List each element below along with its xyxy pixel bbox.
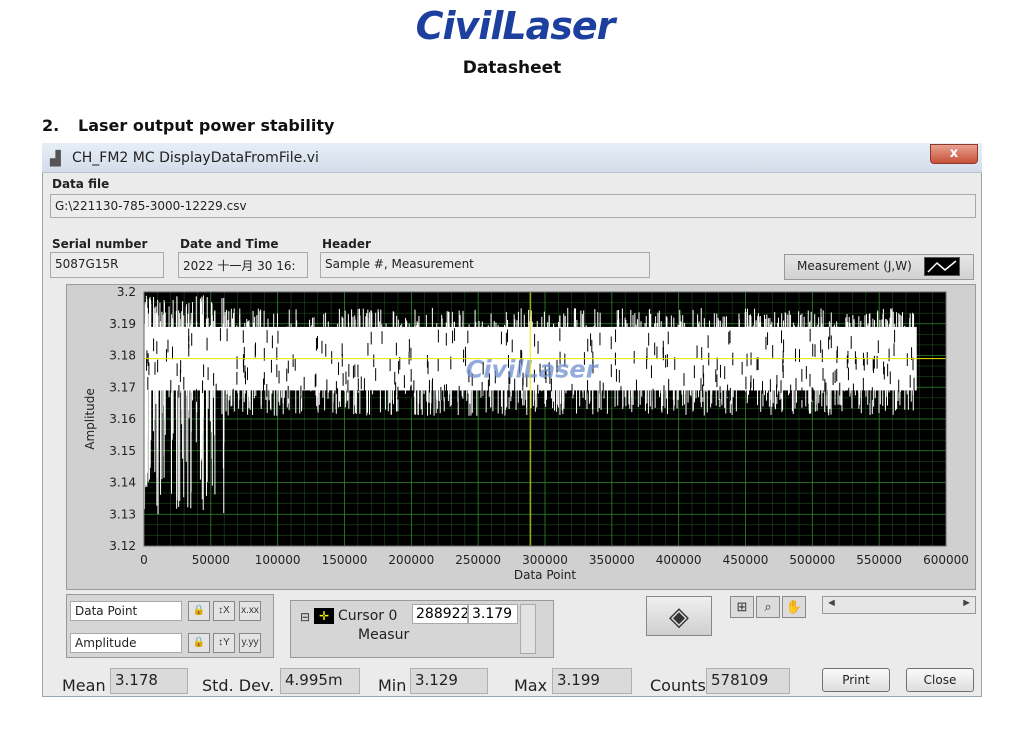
x-tick-label: 100000 (255, 553, 301, 567)
x-tick-label: 600000 (923, 553, 969, 567)
x-tick-label: 500000 (789, 553, 835, 567)
min-label: Min (378, 676, 407, 695)
date-time-field[interactable]: 2022 十一月 30 16: (178, 252, 308, 278)
scroll-left-icon[interactable]: ◄ (826, 597, 837, 609)
lock-icon[interactable]: 🔒 (188, 633, 210, 653)
doc-title: Datasheet (462, 58, 562, 78)
vi-file-icon: ▟ (50, 150, 61, 166)
max-label: Max (514, 676, 548, 695)
date-time-label: Date and Time (180, 237, 279, 251)
crosshair-icon: ✛ (314, 608, 334, 624)
y-tick-label: 3.19 (109, 317, 136, 331)
x-tick-label: 400000 (656, 553, 702, 567)
x-tick-label: 200000 (388, 553, 434, 567)
section-title: Laser output power stability (78, 116, 335, 135)
window-close-button[interactable]: x (930, 144, 978, 164)
collapse-icon[interactable]: ⊟ (300, 610, 310, 624)
y-axis-label: Amplitude (83, 388, 97, 450)
cursor-plot-name: Measur (358, 627, 410, 643)
x-tick-label: 300000 (522, 553, 568, 567)
counts-label: Counts (650, 676, 706, 695)
x-tick-label: 250000 (455, 553, 501, 567)
y-tick-label: 3.17 (109, 380, 136, 394)
x-tick-label: 550000 (856, 553, 902, 567)
y-tick-label: 3.18 (109, 349, 136, 363)
max-value: 3.199 (552, 668, 632, 694)
x-scrollbar[interactable]: ◄ ► (822, 596, 976, 614)
y-tick-label: 3.14 (109, 476, 136, 490)
x-axis-label: Data Point (514, 568, 577, 582)
waveform-plot[interactable]: 0 50000 100000 150000 200000 250000 300000 3500… (66, 284, 976, 590)
serial-number-field[interactable]: 5087G15R (50, 252, 164, 278)
cursor-list-scrollbar[interactable] (520, 604, 536, 654)
x-tick-label: 350000 (589, 553, 635, 567)
pan-hand-icon[interactable]: ✋ (782, 596, 806, 618)
y-format-button[interactable]: y.yy (239, 633, 261, 653)
serial-number-label: Serial number (52, 237, 148, 251)
x-tick-label: 50000 (192, 553, 230, 567)
x-scale-name[interactable]: Data Point (70, 601, 182, 621)
header-label: Header (322, 237, 371, 251)
mean-label: Mean (62, 676, 106, 695)
data-file-field[interactable]: G:\221130-785-3000-12229.csv (50, 194, 976, 218)
x-format-button[interactable]: x.xx (239, 601, 261, 621)
x-tick-label: 150000 (322, 553, 368, 567)
y-tick-label: 3.15 (109, 444, 136, 458)
min-value: 3.129 (410, 668, 488, 694)
x-tick-label: 0 (140, 553, 148, 567)
cursor-name[interactable]: Cursor 0 (338, 608, 397, 624)
window-title: CH_FM2 MC DisplayDataFromFile.vi (72, 150, 319, 166)
zoom-icon[interactable]: ⌕ (756, 596, 780, 618)
y-tick-label: 3.12 (109, 539, 136, 553)
watermark-text: CivilLaser (466, 356, 600, 384)
y-tick-label: 3.13 (109, 507, 136, 521)
scroll-right-icon[interactable]: ► (961, 597, 972, 609)
legend-series-label: Measurement (J,W) (797, 259, 912, 273)
legend-swatch (924, 257, 960, 276)
y-autoscale-button[interactable]: ↕Y (213, 633, 235, 653)
lock-icon[interactable]: 🔒 (188, 601, 210, 621)
section-number: 2. (42, 116, 60, 135)
counts-value: 578109 (706, 668, 790, 694)
cursor-move-icon[interactable]: ◈ (646, 596, 712, 636)
cursor-y-value[interactable]: 3.179 (468, 604, 518, 624)
y-scale-name[interactable]: Amplitude (70, 633, 182, 653)
y-tick-label: 3.16 (109, 412, 136, 426)
close-button[interactable]: Close (906, 668, 974, 692)
mean-value: 3.178 (110, 668, 188, 694)
crosshair-tool-icon[interactable]: ⊞ (730, 596, 754, 618)
data-file-label: Data file (52, 177, 110, 191)
std-dev-value: 4.995m (280, 668, 360, 694)
print-button[interactable]: Print (822, 668, 890, 692)
x-tick-label: 450000 (723, 553, 769, 567)
x-autoscale-button[interactable]: ↕X (213, 601, 235, 621)
std-dev-label: Std. Dev. (202, 676, 275, 695)
header-field[interactable]: Sample #, Measurement (320, 252, 650, 278)
y-tick-label: 3.2 (117, 285, 136, 299)
civillaser-logo: CivilLaser (415, 4, 616, 48)
cursor-x-value[interactable]: 288922 (412, 604, 468, 624)
